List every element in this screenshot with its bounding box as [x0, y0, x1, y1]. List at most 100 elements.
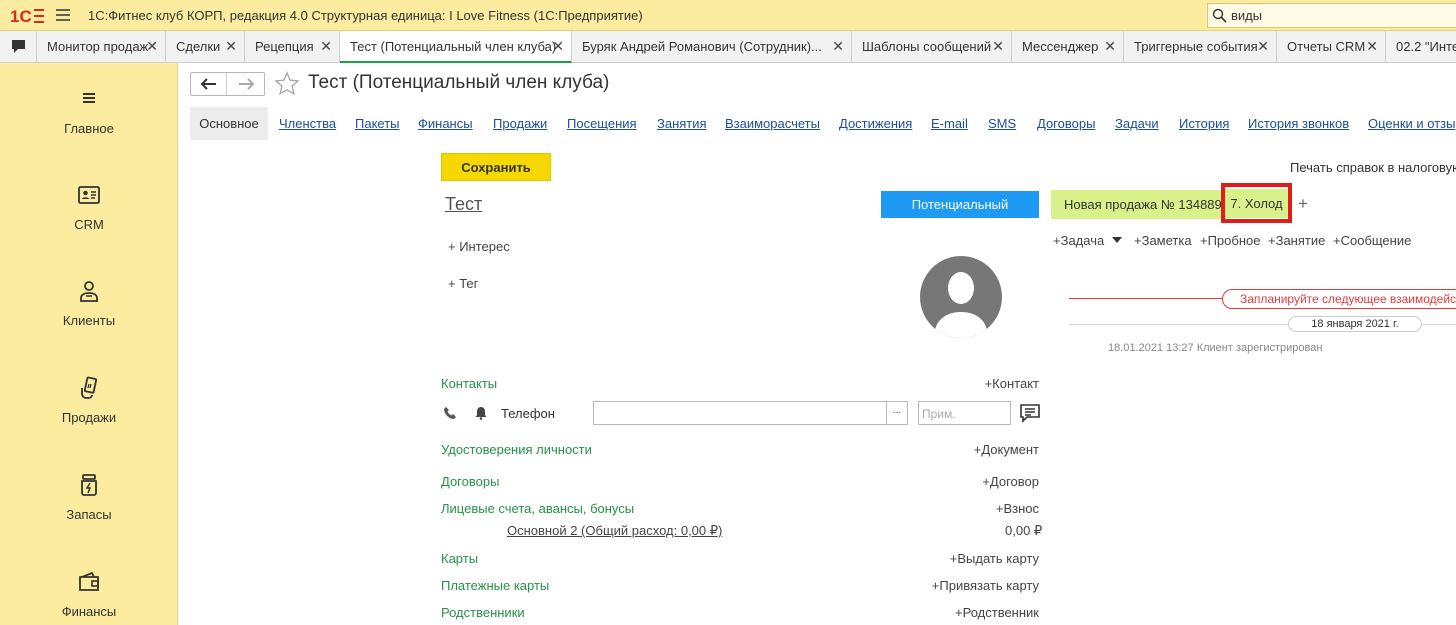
close-icon[interactable]: ✕	[1257, 38, 1269, 55]
section-tab-visits[interactable]: Посещения	[567, 116, 637, 131]
accounts-label: Лицевые счета, авансы, бонусы	[441, 501, 635, 516]
bell-icon[interactable]	[474, 406, 488, 420]
status-button[interactable]: Потенциальный	[881, 191, 1039, 218]
add-contract-link[interactable]: +Договор	[982, 474, 1039, 489]
plan-divider	[1069, 298, 1224, 299]
search-value[interactable]: виды	[1231, 8, 1262, 23]
section-tab-sales[interactable]: Продажи	[493, 116, 547, 131]
add-message-link[interactable]: +Сообщение	[1333, 233, 1411, 248]
tab-message-templates[interactable]: Шаблоны сообщений ✕	[852, 31, 1012, 62]
sidebar-item-clients[interactable]: Клиенты	[0, 279, 178, 328]
sidebar-item-stock[interactable]: Запасы	[0, 473, 178, 522]
forward-button[interactable]	[228, 73, 264, 95]
comment-icon[interactable]	[1019, 403, 1041, 423]
section-tab-packages[interactable]: Пакеты	[355, 116, 400, 131]
tab-deals[interactable]: Сделки ✕	[166, 31, 245, 62]
note-field[interactable]: Прим.	[918, 401, 1011, 425]
cards-label: Карты	[441, 551, 479, 566]
client-name[interactable]: Тест	[445, 194, 482, 215]
section-tab-email[interactable]: E-mail	[931, 116, 968, 131]
close-icon[interactable]: ✕	[552, 38, 564, 55]
add-stage-button[interactable]: +	[1298, 194, 1308, 214]
tab-label: Рецепция	[255, 39, 314, 54]
close-icon[interactable]: ✕	[1366, 38, 1378, 55]
tab-messenger[interactable]: Мессенджер ✕	[1012, 31, 1124, 62]
close-icon[interactable]: ✕	[992, 38, 1004, 55]
add-note-link[interactable]: +Заметка	[1134, 233, 1192, 248]
contact-card-icon	[78, 186, 100, 204]
section-tab-finance[interactable]: Финансы	[418, 116, 473, 131]
tab-label: Триггерные события	[1134, 39, 1258, 54]
sale-tag[interactable]: Новая продажа № 134889	[1051, 190, 1223, 219]
sidebar-item-sales[interactable]: Продажи	[0, 376, 178, 425]
section-tab-sms[interactable]: SMS	[988, 116, 1016, 131]
tab-crm-reports[interactable]: Отчеты CRM ✕	[1277, 31, 1386, 62]
sidebar-item-label: Главное	[64, 121, 114, 136]
stage-highlight[interactable]: 7. Холод	[1221, 183, 1292, 223]
tab-employee[interactable]: Буряк Андрей Романович (Сотрудник)... ✕	[572, 31, 852, 62]
avatar[interactable]	[920, 256, 1002, 338]
chat-tab[interactable]	[0, 31, 37, 62]
close-icon[interactable]: ✕	[1104, 38, 1116, 55]
contacts-label: Контакты	[441, 376, 498, 391]
add-tag-link[interactable]: + Тег	[448, 276, 478, 291]
close-icon[interactable]: ✕	[225, 38, 237, 55]
section-tab-main[interactable]: Основное	[190, 107, 268, 140]
account-balance: 0,00 ₽	[1005, 523, 1043, 538]
tab-label: Отчеты CRM	[1287, 39, 1366, 54]
issue-card-link[interactable]: +Выдать карту	[950, 551, 1039, 566]
close-icon[interactable]: ✕	[320, 38, 332, 55]
close-icon[interactable]: ✕	[146, 38, 158, 55]
phone-select-button[interactable]: ...	[886, 401, 908, 425]
section-tab-tasks[interactable]: Задачи	[1115, 116, 1159, 131]
close-icon[interactable]: ✕	[832, 38, 844, 55]
tab-sales-monitor[interactable]: Монитор продаж ✕	[37, 31, 166, 62]
tab-label: Мессенджер	[1022, 39, 1099, 54]
add-task-link[interactable]: +Задача	[1053, 233, 1104, 248]
arrow-left-icon	[200, 78, 216, 90]
search-icon[interactable]	[1212, 8, 1227, 23]
stage-label[interactable]: 7. Холод	[1225, 188, 1288, 218]
phone-field[interactable]	[593, 401, 887, 425]
add-deposit-link[interactable]: +Взнос	[996, 501, 1039, 516]
add-interest-link[interactable]: + Интерес	[448, 239, 510, 254]
main-menu-icon[interactable]	[55, 8, 71, 22]
back-button[interactable]	[191, 73, 227, 95]
tab-integration[interactable]: 02.2 "Инте	[1386, 31, 1456, 62]
add-document-link[interactable]: +Документ	[974, 442, 1039, 457]
section-tab-settlements[interactable]: Взаиморасчеты	[725, 116, 820, 131]
sidebar-item-crm[interactable]: CRM	[0, 183, 178, 232]
svg-text:1С: 1С	[10, 7, 32, 26]
tab-reception[interactable]: Рецепция ✕	[245, 31, 340, 62]
app-title: 1С:Фитнес клуб КОРП, редакция 4.0 Структ…	[88, 8, 643, 23]
sidebar-item-finance[interactable]: Финансы	[0, 570, 178, 619]
section-tab-history[interactable]: История	[1179, 116, 1229, 131]
favorite-star-icon[interactable]	[274, 71, 300, 97]
wallet-icon	[79, 571, 99, 591]
sidebar: Главное CRM Клиенты Продажи Запасы Финан…	[0, 63, 178, 625]
1c-logo[interactable]: 1С	[10, 6, 46, 26]
chevron-down-icon[interactable]	[1112, 237, 1122, 243]
add-class-link[interactable]: +Занятие	[1268, 233, 1325, 248]
tab-label: Тест (Потенциальный член клуба)	[350, 38, 557, 54]
print-tax-certificates-link[interactable]: Печать справок в налоговую	[1290, 160, 1456, 175]
plan-next-interaction-link[interactable]: Запланируйте следующее взаимодействие	[1222, 289, 1456, 309]
section-tab-achievements[interactable]: Достижения	[839, 116, 912, 131]
add-contact-link[interactable]: +Контакт	[985, 376, 1039, 391]
sidebar-item-main[interactable]: Главное	[0, 87, 178, 136]
add-relative-link[interactable]: +Родственник	[955, 605, 1039, 620]
sidebar-item-label: Запасы	[66, 507, 112, 522]
save-button[interactable]: Сохранить	[441, 153, 551, 181]
link-card-link[interactable]: +Привязать карту	[932, 578, 1039, 593]
section-tab-call-history[interactable]: История звонков	[1248, 116, 1349, 131]
section-tab-contracts[interactable]: Договоры	[1037, 116, 1095, 131]
section-tab-memberships[interactable]: Членства	[279, 116, 336, 131]
id-documents-label: Удостоверения личности	[441, 442, 592, 457]
tab-label: Сделки	[176, 39, 221, 54]
tab-trigger-events[interactable]: Триггерные события ✕	[1124, 31, 1277, 62]
account-link[interactable]: Основной 2 (Общий расход: 0,00 ₽)	[507, 523, 722, 539]
add-trial-link[interactable]: +Пробное	[1200, 233, 1260, 248]
tab-test-member[interactable]: Тест (Потенциальный член клуба) ✕	[340, 31, 572, 63]
section-tab-classes[interactable]: Занятия	[657, 116, 707, 131]
section-tab-reviews[interactable]: Оценки и отзы	[1368, 116, 1455, 131]
